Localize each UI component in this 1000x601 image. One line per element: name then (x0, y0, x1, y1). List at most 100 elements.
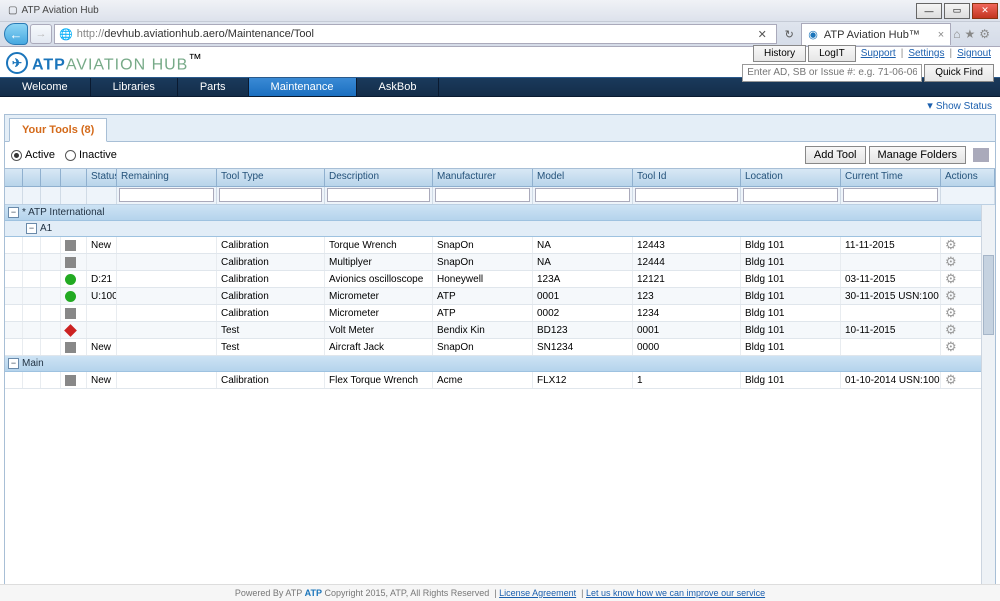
group-label: * ATP International (22, 207, 104, 218)
col-status[interactable]: Status (87, 169, 117, 186)
status-red-icon (64, 324, 77, 337)
gear-icon[interactable]: ⚙ (945, 237, 957, 253)
license-link[interactable]: License Agreement (499, 588, 576, 598)
radio-inactive-label: Inactive (79, 149, 117, 161)
collapse-icon[interactable]: − (26, 223, 37, 234)
filter-description[interactable] (327, 188, 430, 202)
stop-icon[interactable]: ✕ (752, 25, 772, 43)
logo-primary: ATP (32, 57, 66, 74)
cell-tooltype: Calibration (217, 254, 325, 270)
forward-button[interactable]: → (30, 24, 52, 44)
subgroup-row[interactable]: −A1 (5, 221, 995, 237)
cell-toolid: 123 (633, 288, 741, 304)
col-actions: Actions (941, 169, 995, 186)
filter-tooltype[interactable] (219, 188, 322, 202)
manage-folders-button[interactable]: Manage Folders (869, 146, 967, 164)
radio-inactive[interactable]: Inactive (65, 149, 117, 161)
support-link[interactable]: Support (858, 48, 899, 59)
nav-item-libraries[interactable]: Libraries (91, 78, 178, 96)
filter-remaining[interactable] (119, 188, 214, 202)
col-currenttime[interactable]: Current Time (841, 169, 941, 186)
gear-icon[interactable]: ⚙ (945, 339, 957, 355)
cell-location: Bldg 101 (741, 339, 841, 355)
col-tooltype[interactable]: Tool Type (217, 169, 325, 186)
filter-currenttime[interactable] (843, 188, 938, 202)
minimize-button[interactable]: — (916, 3, 942, 19)
filter-manufacturer[interactable] (435, 188, 530, 202)
subgroup-label: A1 (40, 223, 52, 234)
search-input[interactable] (742, 64, 922, 82)
cell-toolid: 12121 (633, 271, 741, 287)
table-row[interactable]: U:100|D:48CalibrationMicrometerATP000112… (5, 288, 995, 305)
cell-tooltype: Calibration (217, 288, 325, 304)
table-row[interactable]: D:21CalibrationAvionics oscilloscopeHone… (5, 271, 995, 288)
close-button[interactable]: ✕ (972, 3, 998, 19)
cell-toolid: 1 (633, 372, 741, 388)
feedback-link[interactable]: Let us know how we can improve our servi… (586, 588, 765, 598)
col-location[interactable]: Location (741, 169, 841, 186)
table-row[interactable]: TestVolt MeterBendix KinBD1230001Bldg 10… (5, 322, 995, 339)
collapse-icon[interactable]: − (8, 358, 19, 369)
cell-status: New (87, 237, 117, 253)
content-panel: Your Tools (8) Active Inactive Add Tool … (4, 114, 996, 601)
home-icon[interactable]: ⌂ (953, 27, 960, 41)
col-model[interactable]: Model (533, 169, 633, 186)
cell-location: Bldg 101 (741, 271, 841, 287)
table-row[interactable]: NewTestAircraft JackSnapOnSN12340000Bldg… (5, 339, 995, 356)
print-icon[interactable] (973, 148, 989, 162)
gear-icon[interactable]: ⚙ (945, 322, 957, 338)
cell-currenttime: 01-10-2014 USN:100 (841, 372, 941, 388)
filter-toolid[interactable] (635, 188, 738, 202)
history-button[interactable]: History (753, 45, 806, 62)
gear-icon[interactable]: ⚙ (945, 372, 957, 388)
status-box-icon (65, 257, 76, 268)
tab-close-icon[interactable]: × (938, 29, 944, 41)
gear-icon[interactable]: ⚙ (945, 271, 957, 287)
logit-button[interactable]: LogIT (808, 45, 856, 62)
filter-model[interactable] (535, 188, 630, 202)
col-remaining[interactable]: Remaining (117, 169, 217, 186)
col-description[interactable]: Description (325, 169, 433, 186)
table-row[interactable]: CalibrationMicrometerATP00021234Bldg 101… (5, 305, 995, 322)
table-row[interactable]: NewCalibrationTorque WrenchSnapOnNA12443… (5, 237, 995, 254)
col-manufacturer[interactable]: Manufacturer (433, 169, 533, 186)
gear-icon[interactable]: ⚙ (945, 254, 957, 270)
browser-tab[interactable]: ◉ ATP Aviation Hub™ × (801, 23, 951, 45)
refresh-button[interactable]: ↻ (779, 25, 799, 43)
maximize-button[interactable]: ▭ (944, 3, 970, 19)
window-icon: ▢ (8, 5, 17, 16)
nav-item-welcome[interactable]: Welcome (0, 78, 91, 96)
scrollbar[interactable] (981, 205, 995, 600)
group-row[interactable]: −* ATP International (5, 205, 995, 221)
address-bar[interactable]: 🌐 http://devhub.aviationhub.aero/Mainten… (54, 24, 777, 44)
table-row[interactable]: NewCalibrationFlex Torque WrenchAcmeFLX1… (5, 372, 995, 389)
gear-icon[interactable]: ⚙ (945, 305, 957, 321)
gear-icon[interactable]: ⚙ (945, 288, 957, 304)
tools-icon[interactable]: ⚙ (979, 27, 990, 41)
nav-item-parts[interactable]: Parts (178, 78, 249, 96)
radio-active[interactable]: Active (11, 149, 55, 161)
signout-link[interactable]: Signout (954, 48, 994, 59)
col-toolid[interactable]: Tool Id (633, 169, 741, 186)
show-status-link[interactable]: Show Status (936, 101, 992, 112)
favorites-icon[interactable]: ★ (964, 27, 975, 41)
nav-item-askbob[interactable]: AskBob (357, 78, 440, 96)
scroll-thumb[interactable] (983, 255, 994, 335)
collapse-icon[interactable]: − (8, 207, 19, 218)
back-button[interactable]: ← (4, 23, 28, 45)
cell-location: Bldg 101 (741, 237, 841, 253)
quick-find-button[interactable]: Quick Find (924, 64, 994, 82)
nav-item-maintenance[interactable]: Maintenance (249, 78, 357, 96)
cell-tooltype: Calibration (217, 237, 325, 253)
settings-link[interactable]: Settings (905, 48, 947, 59)
table-row[interactable]: CalibrationMultiplyerSnapOnNA12444Bldg 1… (5, 254, 995, 271)
add-tool-button[interactable]: Add Tool (805, 146, 866, 164)
cell-status (87, 254, 117, 270)
cell-model: FLX12 (533, 372, 633, 388)
status-box-icon (65, 240, 76, 251)
filter-location[interactable] (743, 188, 838, 202)
cell-location: Bldg 101 (741, 288, 841, 304)
cell-tooltype: Calibration (217, 271, 325, 287)
tab-your-tools[interactable]: Your Tools (8) (9, 118, 107, 142)
group-row[interactable]: −Main (5, 356, 995, 372)
